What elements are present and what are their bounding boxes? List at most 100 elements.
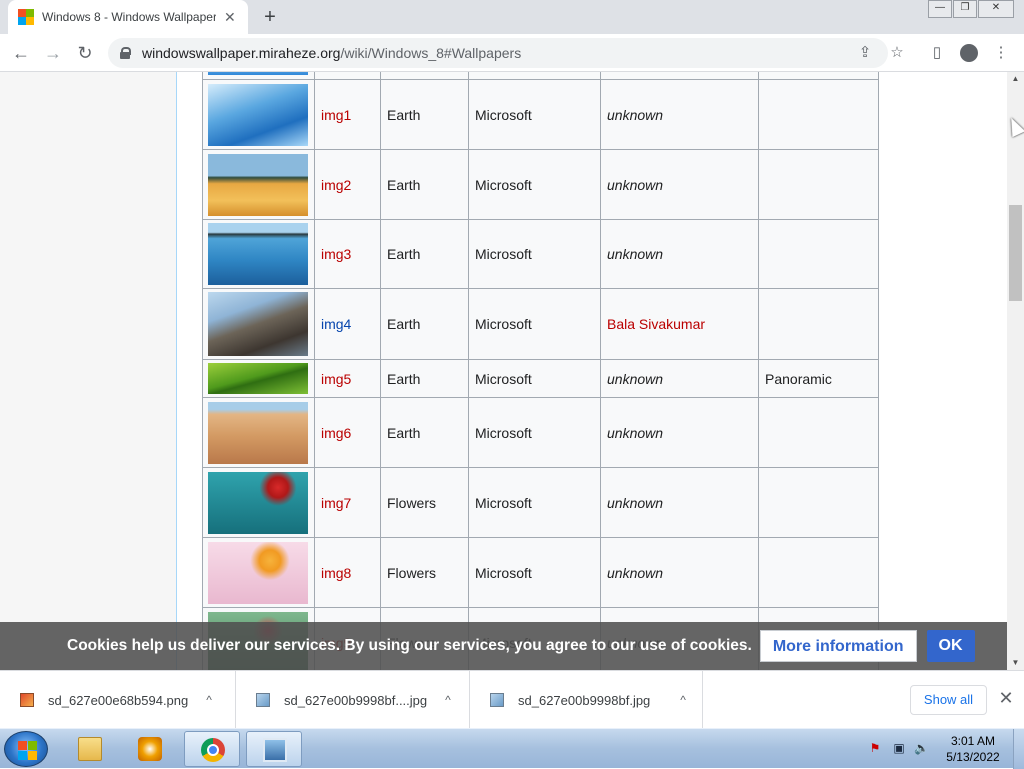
system-tray: ⚑ ▣ 🔈 3:01 AM 5/13/2022 (862, 729, 1024, 769)
chevron-up-icon[interactable]: ^ (445, 693, 451, 707)
minimize-button[interactable]: — (928, 0, 952, 18)
volume-icon[interactable]: 🔈 (914, 741, 929, 755)
wallpaper-thumbnail[interactable] (208, 541, 308, 604)
action-center-flag-icon[interactable]: ⚑ (868, 741, 882, 755)
image-name-link[interactable]: img3 (321, 246, 351, 262)
show-all-button[interactable]: Show all (910, 685, 987, 715)
notes-cell: Panoramic (758, 359, 879, 398)
photographer-cell: unknown (600, 537, 759, 608)
author-cell: Microsoft (468, 288, 601, 360)
download-item[interactable]: sd_627e00e68b594.png ^ (0, 671, 236, 729)
photographer-cell: unknown (600, 467, 759, 538)
menu-kebab-icon[interactable]: ⋮ (990, 42, 1012, 64)
wallpaper-thumbnail[interactable] (208, 401, 308, 464)
close-downloads-icon[interactable]: ✕ (996, 688, 1016, 709)
wallpaper-thumbnail[interactable] (208, 223, 308, 285)
profile-avatar-icon[interactable] (960, 44, 978, 62)
taskbar-photo-viewer[interactable] (246, 731, 302, 767)
image-name-link[interactable]: img5 (321, 371, 351, 387)
taskbar: ⚑ ▣ 🔈 3:01 AM 5/13/2022 (0, 728, 1024, 769)
url-text[interactable]: windowswallpaper.miraheze.org/wiki/Windo… (142, 45, 521, 61)
chevron-up-icon[interactable]: ^ (680, 693, 686, 707)
photo-viewer-icon (263, 738, 287, 762)
more-information-button[interactable]: More information (759, 630, 917, 662)
category-cell: Earth (380, 79, 469, 150)
windows-logo-icon (18, 741, 37, 760)
restore-button[interactable]: ❐ (953, 0, 977, 18)
author-cell: Microsoft (468, 397, 601, 468)
photographer-cell: unknown (600, 79, 759, 150)
show-desktop-button[interactable] (1013, 729, 1024, 769)
jpg-file-icon (256, 693, 270, 707)
wallpaper-thumbnail[interactable] (208, 72, 308, 75)
table-row: img4 Earth Microsoft Bala Sivakumar (202, 288, 879, 360)
side-panel-icon[interactable]: ▯ (926, 42, 948, 64)
author-cell: Microsoft (468, 219, 601, 289)
tab-close-icon[interactable]: ✕ (224, 9, 236, 26)
category-cell: Earth (380, 288, 469, 360)
table-row: img5 Earth Microsoft unknown Panoramic (202, 359, 879, 398)
cookie-message: Cookies help us deliver our services. By… (67, 637, 752, 654)
clock-date: 5/13/2022 (946, 750, 1000, 764)
image-name-link[interactable]: img6 (321, 425, 351, 441)
wallpaper-thumbnail[interactable] (208, 83, 308, 146)
reload-button[interactable]: ↻ (72, 40, 98, 66)
png-file-icon (20, 693, 34, 707)
wallpaper-thumbnail[interactable] (208, 363, 308, 394)
photographer-cell: unknown (600, 359, 759, 398)
table-row: img7 Flowers Microsoft unknown (202, 467, 879, 538)
notes-cell (758, 288, 879, 360)
wallpaper-thumbnail[interactable] (208, 153, 308, 216)
system-clock[interactable]: 3:01 AM 5/13/2022 (940, 733, 1006, 765)
scroll-up-arrow-icon[interactable]: ▲ (1007, 72, 1024, 86)
vertical-scrollbar[interactable]: ▲ ▼ (1007, 72, 1024, 670)
wallpaper-thumbnail[interactable] (208, 292, 308, 356)
back-button[interactable]: ← (8, 40, 34, 66)
table-row: img3 Earth Microsoft unknown (202, 219, 879, 289)
table-row: img6 Earth Microsoft unknown (202, 397, 879, 468)
jpg-file-icon (490, 693, 504, 707)
author-cell: Microsoft (468, 537, 601, 608)
cookie-ok-button[interactable]: OK (926, 630, 975, 662)
tab-strip: Windows 8 - Windows Wallpaper ✕ + — ❐ ✕ (0, 0, 1024, 34)
image-name-link[interactable]: img1 (321, 107, 351, 123)
download-item[interactable]: sd_627e00b9998bf....jpg ^ (236, 671, 470, 729)
address-bar[interactable]: windowswallpaper.miraheze.org/wiki/Windo… (108, 38, 888, 68)
image-name-link[interactable]: img2 (321, 177, 351, 193)
notes-cell (758, 219, 879, 289)
category-cell: Flowers (380, 537, 469, 608)
bookmark-star-icon[interactable]: ☆ (886, 42, 908, 64)
download-filename: sd_627e00b9998bf.jpg (518, 692, 651, 708)
scrollbar-thumb[interactable] (1009, 205, 1022, 301)
taskbar-chrome[interactable] (184, 731, 240, 767)
lock-icon[interactable] (120, 47, 131, 59)
taskbar-file-explorer[interactable] (62, 731, 118, 767)
photographer-cell: unknown (600, 149, 759, 220)
taskbar-media-player[interactable] (122, 731, 178, 767)
wallpaper-thumbnail[interactable] (208, 471, 308, 534)
new-tab-button[interactable]: + (258, 6, 282, 28)
image-name-link[interactable]: img7 (321, 495, 351, 511)
download-filename: sd_627e00b9998bf....jpg (284, 692, 428, 708)
tab-windows-8[interactable]: Windows 8 - Windows Wallpaper ✕ (8, 0, 248, 34)
network-icon[interactable]: ▣ (892, 741, 906, 755)
folder-icon (78, 737, 102, 761)
chevron-up-icon[interactable]: ^ (206, 693, 212, 707)
image-name-link[interactable]: img4 (321, 316, 351, 332)
window-close-button[interactable]: ✕ (978, 0, 1014, 18)
forward-button[interactable]: → (40, 40, 66, 66)
scroll-down-arrow-icon[interactable]: ▼ (1007, 656, 1024, 670)
clock-time: 3:01 AM (950, 734, 996, 748)
browser-toolbar: ← → ↻ windowswallpaper.miraheze.org/wiki… (0, 34, 1024, 72)
author-cell: Microsoft (468, 149, 601, 220)
download-item[interactable]: sd_627e00b9998bf.jpg ^ (470, 671, 703, 729)
category-cell: Earth (380, 149, 469, 220)
image-name-link[interactable]: img8 (321, 565, 351, 581)
photographer-cell: unknown (600, 397, 759, 468)
chrome-icon (201, 738, 225, 762)
share-icon[interactable]: ⇪ (854, 42, 876, 64)
notes-cell (758, 397, 879, 468)
notes-cell (758, 467, 879, 538)
photographer-link[interactable]: Bala Sivakumar (607, 316, 705, 332)
start-button[interactable] (4, 731, 48, 767)
